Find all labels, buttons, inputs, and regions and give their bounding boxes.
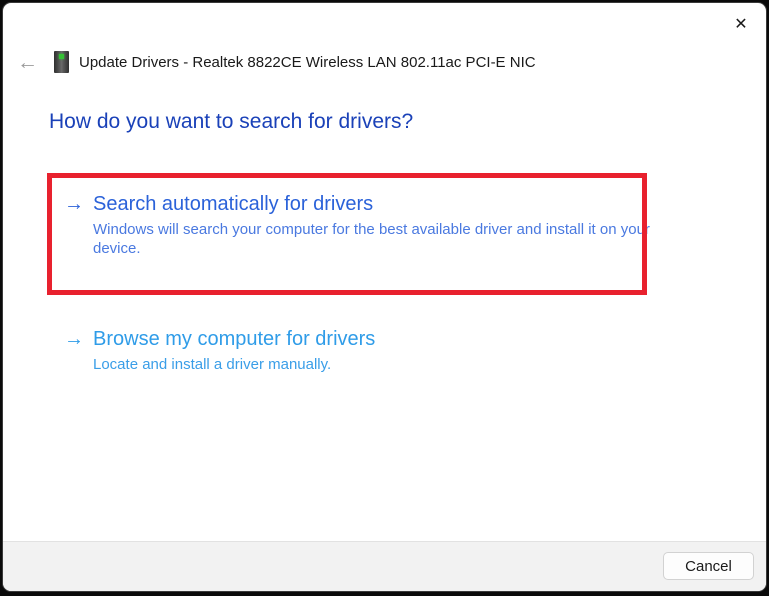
back-arrow-icon[interactable]: ← xyxy=(17,52,45,73)
option-texts: Search automatically for drivers Windows… xyxy=(93,192,651,258)
option-search-automatically[interactable]: → Search automatically for drivers Windo… xyxy=(64,192,651,258)
update-drivers-wizard-window: ✕ ← Update Drivers - Realtek 8822CE Wire… xyxy=(2,2,767,592)
option-texts: Browse my computer for drivers Locate an… xyxy=(93,327,375,374)
footer-bar: Cancel xyxy=(3,541,766,591)
window-title: Update Drivers - Realtek 8822CE Wireless… xyxy=(79,54,536,71)
close-icon[interactable]: ✕ xyxy=(726,11,756,37)
device-led xyxy=(59,54,64,59)
cancel-button[interactable]: Cancel xyxy=(663,552,754,580)
option-browse-computer-description: Locate and install a driver manually. xyxy=(93,355,375,374)
device-driver-icon xyxy=(54,51,69,73)
option-search-automatically-title[interactable]: Search automatically for drivers xyxy=(93,192,651,216)
arrow-right-icon: → xyxy=(64,327,93,351)
option-browse-computer[interactable]: → Browse my computer for drivers Locate … xyxy=(64,327,375,374)
page-title: How do you want to search for drivers? xyxy=(49,110,413,134)
arrow-right-icon: → xyxy=(64,192,93,216)
option-browse-computer-title[interactable]: Browse my computer for drivers xyxy=(93,327,375,351)
wizard-header: ← Update Drivers - Realtek 8822CE Wirele… xyxy=(17,47,752,77)
option-search-automatically-description: Windows will search your computer for th… xyxy=(93,220,651,258)
